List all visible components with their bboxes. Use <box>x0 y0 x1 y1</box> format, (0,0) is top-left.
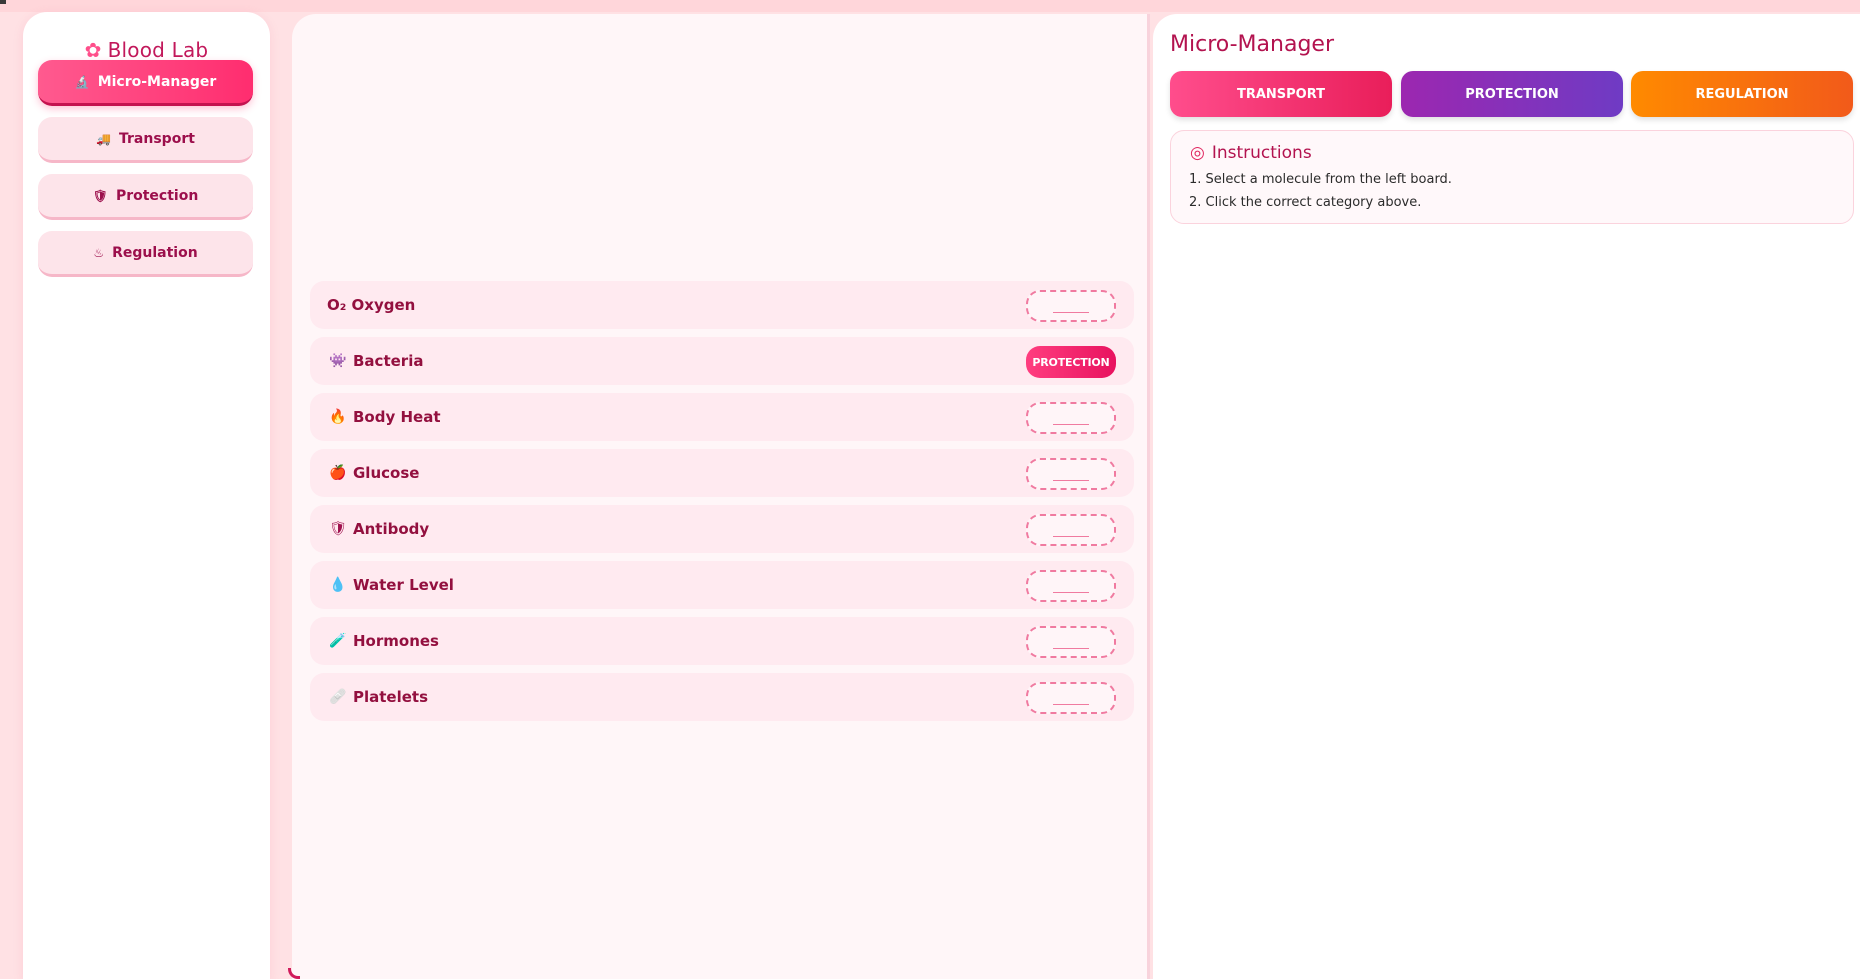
category-slot-empty[interactable] <box>1026 626 1116 658</box>
sidebar-item-label: Micro-Manager <box>97 73 217 90</box>
sidebar-item-micro-manager[interactable]: 🔬 Micro-Manager <box>38 60 253 106</box>
control-panel: Micro-Manager TRANSPORT PROTECTION REGUL… <box>1153 14 1860 979</box>
sidebar-item-label: Regulation <box>112 244 198 261</box>
brand: ✿ Blood Lab <box>23 38 270 62</box>
slot-placeholder-line <box>1053 423 1089 425</box>
category-slot-empty[interactable] <box>1026 458 1116 490</box>
bandage-icon: 🩹 <box>329 689 347 705</box>
thermostat-icon: ♨ <box>93 245 105 260</box>
category-slot-filled[interactable]: PROTECTION <box>1026 346 1116 378</box>
sidebar-item-protection[interactable]: 🛡 Protection <box>38 174 253 220</box>
molecule-name: Glucose <box>353 464 420 482</box>
flower-icon: ✿ <box>84 38 102 62</box>
category-slot-empty[interactable] <box>1026 570 1116 602</box>
apple-icon: 🍎 <box>329 465 347 481</box>
protection-button[interactable]: PROTECTION <box>1401 71 1623 117</box>
slot-placeholder-line <box>1053 535 1089 537</box>
category-slot-empty[interactable] <box>1026 682 1116 714</box>
category-slot-empty[interactable] <box>1026 514 1116 546</box>
slot-placeholder-line <box>1053 647 1089 649</box>
sidebar: ✿ Blood Lab 🔬 Micro-Manager 🚚 Transport 🛡… <box>23 12 270 979</box>
truck-icon: 🚚 <box>96 131 112 146</box>
test-tube-icon: 🧪 <box>329 633 347 649</box>
molecule-row-hormones[interactable]: 🧪 Hormones <box>310 617 1134 665</box>
category-slot-empty[interactable] <box>1026 402 1116 434</box>
fire-icon: 🔥 <box>329 409 347 425</box>
molecule-name: Platelets <box>353 688 429 706</box>
microscope-icon: 🔬 <box>74 74 90 89</box>
molecule-name: O₂ Oxygen <box>327 296 416 314</box>
slot-placeholder-line <box>1053 591 1089 593</box>
molecule-name: Bacteria <box>353 352 424 370</box>
alien-monster-icon: 👾 <box>329 353 347 369</box>
molecule-row-body-heat[interactable]: 🔥 Body Heat <box>310 393 1134 441</box>
target-icon: ◎ <box>1190 143 1205 163</box>
regulation-button[interactable]: REGULATION <box>1631 71 1853 117</box>
instructions-card: ◎ Instructions 1. Select a molecule from … <box>1170 130 1854 224</box>
panel-title: Micro-Manager <box>1170 32 1334 57</box>
molecule-row-bacteria[interactable]: 👾 Bacteria PROTECTION <box>310 337 1134 385</box>
brand-title: Blood Lab <box>107 38 209 62</box>
molecule-row-platelets[interactable]: 🩹 Platelets <box>310 673 1134 721</box>
molecule-row-antibody[interactable]: 🛡 Antibody <box>310 505 1134 553</box>
molecule-name: Antibody <box>353 520 430 538</box>
category-slot-empty[interactable] <box>1026 290 1116 322</box>
sidebar-item-label: Protection <box>115 187 199 204</box>
slot-placeholder-line <box>1053 703 1089 705</box>
molecule-name: Water Level <box>353 576 454 594</box>
slot-placeholder-line <box>1053 311 1089 313</box>
instructions-title: Instructions <box>1211 143 1312 163</box>
sidebar-item-regulation[interactable]: ♨ Regulation <box>38 231 253 277</box>
molecule-row-oxygen[interactable]: O₂ Oxygen <box>310 281 1134 329</box>
droplet-icon: 💧 <box>329 577 347 593</box>
shield-icon: 🛡 <box>92 188 108 203</box>
molecule-row-water-level[interactable]: 💧 Water Level <box>310 561 1134 609</box>
board-corner-accent <box>288 968 300 979</box>
top-strip <box>0 0 1860 12</box>
slot-placeholder-line <box>1053 479 1089 481</box>
sidebar-item-label: Transport <box>119 130 195 147</box>
molecule-name: Body Heat <box>353 408 441 426</box>
sidebar-item-transport[interactable]: 🚚 Transport <box>38 117 253 163</box>
molecule-row-glucose[interactable]: 🍎 Glucose <box>310 449 1134 497</box>
molecule-name: Hormones <box>353 632 439 650</box>
shield-icon: 🛡 <box>329 521 347 537</box>
instructions-heading: ◎ Instructions <box>1190 143 1312 163</box>
instruction-step-2: 2. Click the correct category above. <box>1189 195 1422 210</box>
instruction-step-1: 1. Select a molecule from the left board… <box>1189 172 1452 187</box>
transport-button[interactable]: TRANSPORT <box>1170 71 1392 117</box>
molecule-board: O₂ Oxygen 👾 Bacteria PROTECTION 🔥 Body H… <box>292 14 1150 979</box>
